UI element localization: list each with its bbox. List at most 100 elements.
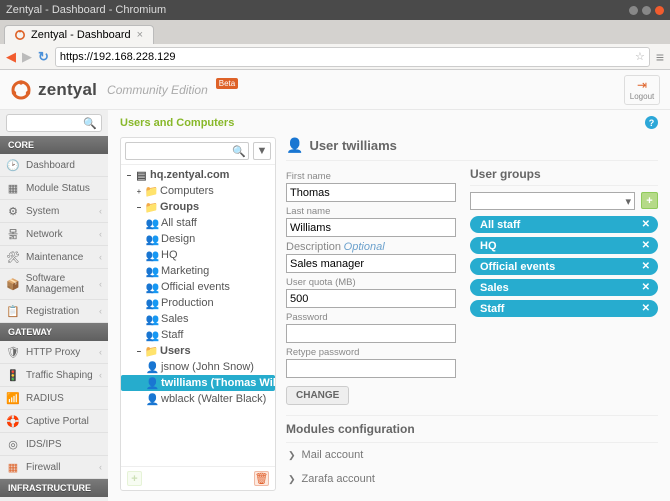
user-detail-panel: 👤 User twilliams First name Last name De… xyxy=(286,137,658,491)
window-minimize-button[interactable] xyxy=(629,6,638,15)
input-description[interactable] xyxy=(286,254,456,273)
input-first-name[interactable] xyxy=(286,183,456,202)
logout-label: Logout xyxy=(630,92,654,101)
tree-node-computers[interactable]: +📁Computers xyxy=(121,183,275,199)
sidebar-item-radius[interactable]: 📶RADIUS xyxy=(0,387,108,410)
window-titlebar: Zentyal - Dashboard - Chromium xyxy=(0,0,670,20)
sidebar-search[interactable]: 🔍 xyxy=(6,114,102,132)
logout-icon: ⇥ xyxy=(637,78,647,92)
input-password[interactable] xyxy=(286,324,456,343)
bookmark-star-icon[interactable]: ☆ xyxy=(635,50,645,63)
group-tag: Staff✕ xyxy=(470,300,658,317)
url-bar[interactable]: ☆ xyxy=(55,47,650,67)
modules-config-header: Modules configuration xyxy=(286,415,658,443)
group-add-button[interactable]: + xyxy=(641,192,658,209)
browser-menu-button[interactable]: ≡ xyxy=(656,49,664,65)
brand-logo[interactable]: zentyal Community Edition Beta xyxy=(10,79,238,101)
page-title: Users and Computers xyxy=(120,117,234,129)
favicon-icon xyxy=(15,30,25,40)
tree-node-group[interactable]: 👥All staff xyxy=(121,215,275,231)
sidebar-item-ids-ips[interactable]: ◎IDS/IPS xyxy=(0,433,108,456)
folder-icon: 📁 xyxy=(146,186,157,197)
sidebar-item-registration[interactable]: 📋Registration‹ xyxy=(0,300,108,323)
tree-node-group[interactable]: 👥Sales xyxy=(121,311,275,327)
gear-icon: ⚙ xyxy=(6,204,20,218)
modules-icon: ▦ xyxy=(6,181,20,195)
window-close-button[interactable] xyxy=(655,6,664,15)
sidebar-item-traffic-shaping[interactable]: 🚦Traffic Shaping‹ xyxy=(0,364,108,387)
tree-node-group[interactable]: 👥Production xyxy=(121,295,275,311)
tag-remove-icon[interactable]: ✕ xyxy=(642,303,650,314)
section-gateway: GATEWAY xyxy=(0,323,108,341)
domain-icon: ▤ xyxy=(136,170,147,181)
logout-button[interactable]: ⇥ Logout xyxy=(624,75,660,105)
tree-search-input[interactable] xyxy=(128,146,232,157)
url-input[interactable] xyxy=(60,51,635,63)
sidebar-item-system[interactable]: ⚙System‹ xyxy=(0,200,108,223)
brand-edition: Community Edition xyxy=(107,83,208,97)
tag-remove-icon[interactable]: ✕ xyxy=(642,282,650,293)
sidebar: 🔍 CORE 🕑Dashboard ▦Module Status ⚙System… xyxy=(0,110,108,501)
group-tag: Official events✕ xyxy=(470,258,658,275)
sidebar-item-captive-portal[interactable]: 🛟Captive Portal xyxy=(0,410,108,433)
chevron-right-icon: ❯ xyxy=(288,450,296,461)
tag-remove-icon[interactable]: ✕ xyxy=(642,261,650,272)
sidebar-item-dashboard[interactable]: 🕑Dashboard xyxy=(0,154,108,177)
tree-node-group[interactable]: 👥Official events xyxy=(121,279,275,295)
group-tag: All staff✕ xyxy=(470,216,658,233)
user-icon: 👤 xyxy=(286,137,303,154)
sidebar-item-software[interactable]: 📦Software Management‹ xyxy=(0,269,108,300)
user-icon: 👤 xyxy=(147,378,158,389)
folder-icon: 📁 xyxy=(146,346,157,357)
sidebar-search-input[interactable] xyxy=(11,118,80,129)
tree-add-button[interactable]: + xyxy=(127,471,142,486)
target-icon: ◎ xyxy=(6,437,20,451)
tree-node-group[interactable]: 👥Staff xyxy=(121,327,275,343)
browser-tab[interactable]: Zentyal - Dashboard × xyxy=(4,25,154,44)
detail-title: User twilliams xyxy=(309,138,396,153)
users-icon: 👥 xyxy=(147,298,158,309)
nav-back-button[interactable]: ◀ xyxy=(6,49,16,65)
folder-icon: 📁 xyxy=(146,202,157,213)
module-zarafa-row[interactable]: ❯Zarafa account xyxy=(286,467,658,491)
sidebar-item-module-status[interactable]: ▦Module Status xyxy=(0,177,108,200)
user-groups-header: User groups xyxy=(470,167,658,186)
tree-node-group[interactable]: 👥Design xyxy=(121,231,275,247)
sidebar-item-firewall[interactable]: ▦Firewall‹ xyxy=(0,456,108,479)
tree-filter-button[interactable]: ▼ xyxy=(253,142,271,160)
tree-node-user[interactable]: 👤jsnow (John Snow) xyxy=(121,359,275,375)
tree-node-users[interactable]: –📁Users xyxy=(121,343,275,359)
users-icon: 👥 xyxy=(147,250,158,261)
input-quota[interactable] xyxy=(286,289,456,308)
help-icon[interactable]: ? xyxy=(645,116,658,129)
sidebar-item-network[interactable]: 몲Network‹ xyxy=(0,223,108,246)
group-select[interactable]: ▾ xyxy=(470,192,635,210)
window-maximize-button[interactable] xyxy=(642,6,651,15)
sidebar-item-maintenance[interactable]: 🛠Maintenance‹ xyxy=(0,246,108,269)
tag-remove-icon[interactable]: ✕ xyxy=(642,219,650,230)
change-button[interactable]: CHANGE xyxy=(286,386,349,405)
tab-close-icon[interactable]: × xyxy=(137,29,143,41)
sidebar-item-http-proxy[interactable]: 🛡HTTP Proxy‹ xyxy=(0,341,108,364)
tree-search[interactable]: 🔍 xyxy=(125,142,249,160)
tree-delete-button[interactable]: 🗑 xyxy=(254,471,269,486)
tree-node-group[interactable]: 👥HQ xyxy=(121,247,275,263)
nav-forward-button[interactable]: ▶ xyxy=(22,49,32,65)
tree-node-group[interactable]: 👥Marketing xyxy=(121,263,275,279)
input-retype-password[interactable] xyxy=(286,359,456,378)
nav-reload-button[interactable]: ↻ xyxy=(38,49,49,65)
input-last-name[interactable] xyxy=(286,218,456,237)
tree-node-user-selected[interactable]: 👤twilliams (Thomas Williams) xyxy=(121,375,275,391)
proxy-icon: 🛡 xyxy=(6,345,20,359)
chevron-left-icon: ‹ xyxy=(99,370,102,380)
module-mail-row[interactable]: ❯Mail account xyxy=(286,443,658,467)
users-icon: 👥 xyxy=(147,266,158,277)
tools-icon: 🛠 xyxy=(6,250,20,264)
plus-icon: + xyxy=(131,473,137,485)
browser-tabbar: Zentyal - Dashboard × xyxy=(0,20,670,44)
tree-node-domain[interactable]: –▤hq.zentyal.com xyxy=(121,167,275,183)
tree-node-user[interactable]: 👤wblack (Walter Black) xyxy=(121,391,275,407)
tag-remove-icon[interactable]: ✕ xyxy=(642,240,650,251)
chevron-left-icon: ‹ xyxy=(99,252,102,262)
tree-node-groups[interactable]: –📁Groups xyxy=(121,199,275,215)
